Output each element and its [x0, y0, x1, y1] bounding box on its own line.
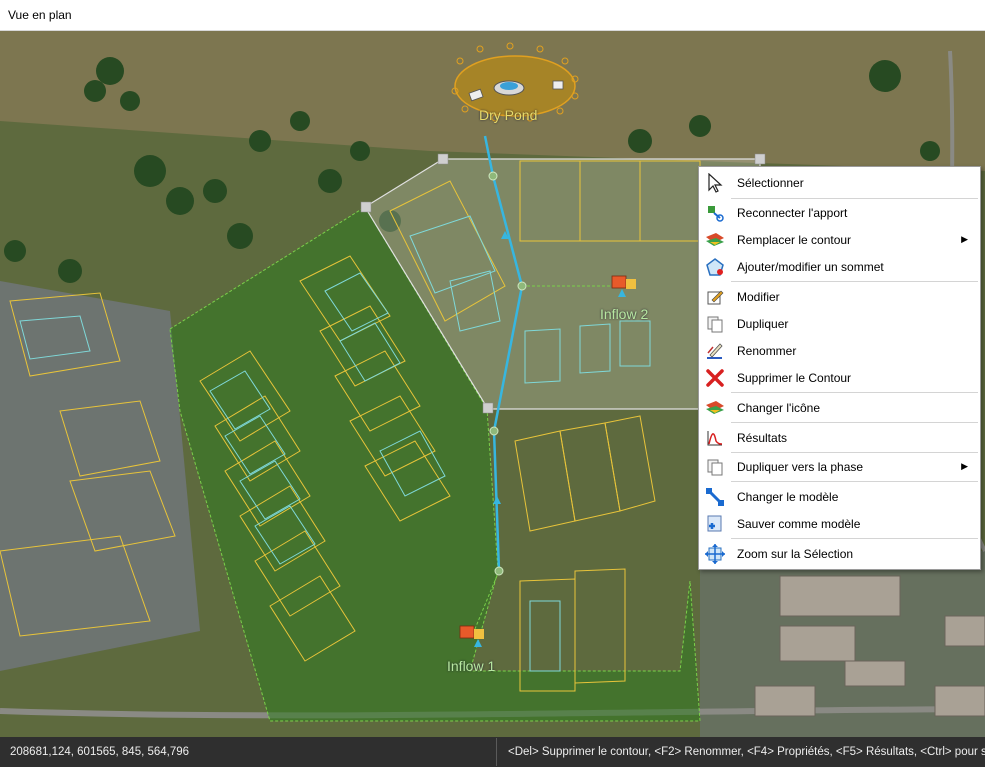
menu-label: Zoom sur la Sélection	[737, 546, 854, 561]
menu-label: Modifier	[737, 289, 780, 304]
menu-item-renommer[interactable]: Renommer	[699, 337, 980, 364]
menu-item-ajouter-sommet[interactable]: Ajouter/modifier un sommet	[699, 253, 980, 280]
menu-label: Résultats	[737, 430, 788, 445]
submenu-arrow-icon: ▶	[961, 234, 968, 244]
cursor-icon	[703, 171, 727, 195]
duplicate-icon	[703, 312, 727, 336]
menu-item-dupliquer-phase[interactable]: Dupliquer vers la phase ▶	[699, 453, 980, 480]
vertex-icon	[703, 255, 727, 279]
context-menu: Sélectionner Reconnecter l'apport Rempla…	[698, 166, 981, 570]
status-bar: 208681,124, 601565, 845, 564,796 <Del> S…	[0, 737, 985, 767]
menu-label: Remplacer le contour	[737, 232, 852, 247]
zoom-selection-icon	[703, 542, 727, 566]
menu-item-dupliquer[interactable]: Dupliquer	[699, 310, 980, 337]
menu-label: Changer l'icône	[737, 400, 821, 415]
menu-item-selectionner[interactable]: Sélectionner	[699, 169, 980, 196]
menu-item-resultats[interactable]: Résultats	[699, 424, 980, 451]
menu-label: Changer le modèle	[737, 489, 839, 504]
label-inflow-2[interactable]: Inflow 2	[600, 306, 648, 322]
menu-separator	[731, 281, 978, 282]
menu-item-changer-icone[interactable]: Changer l'icône	[699, 394, 980, 421]
shortcut-hint: <Del> Supprimer le contour, <F2> Renomme…	[508, 746, 985, 758]
residential-area-west	[0, 281, 200, 671]
menu-item-supprimer-contour[interactable]: Supprimer le Contour	[699, 364, 980, 391]
window-title: Vue en plan	[8, 8, 72, 22]
menu-item-sauver-modele[interactable]: Sauver comme modèle	[699, 510, 980, 537]
menu-label: Reconnecter l'apport	[737, 205, 848, 220]
change-model-icon	[703, 485, 727, 509]
menu-item-modifier[interactable]: Modifier	[699, 283, 980, 310]
menu-label: Sauver comme modèle	[737, 516, 861, 531]
results-icon	[703, 426, 727, 450]
menu-item-reconnecter-apport[interactable]: Reconnecter l'apport	[699, 199, 980, 226]
delete-icon	[703, 366, 727, 390]
replace-contour-icon	[703, 228, 727, 252]
duplicate-phase-icon	[703, 455, 727, 479]
coordinate-readout: 208681,124, 601565, 845, 564,796	[10, 746, 190, 758]
submenu-arrow-icon: ▶	[961, 461, 968, 471]
reconnect-icon	[703, 201, 727, 225]
rename-icon	[703, 339, 727, 363]
menu-item-remplacer-contour[interactable]: Remplacer le contour ▶	[699, 226, 980, 253]
change-icon-icon	[703, 396, 727, 420]
menu-separator	[731, 422, 978, 423]
menu-item-changer-modele[interactable]: Changer le modèle	[699, 483, 980, 510]
menu-separator	[731, 481, 978, 482]
menu-item-zoom-selection[interactable]: Zoom sur la Sélection	[699, 540, 980, 567]
window-titlebar: Vue en plan	[0, 0, 985, 31]
menu-label: Dupliquer vers la phase	[737, 459, 864, 474]
save-model-icon	[703, 512, 727, 536]
edit-icon	[703, 285, 727, 309]
menu-label: Supprimer le Contour	[737, 370, 852, 385]
menu-separator	[731, 392, 978, 393]
menu-separator	[731, 538, 978, 539]
menu-label: Sélectionner	[737, 175, 804, 190]
menu-label: Dupliquer	[737, 316, 789, 331]
menu-label: Ajouter/modifier un sommet	[737, 259, 884, 274]
shortcut-hint-panel: <Del> Supprimer le contour, <F2> Renomme…	[496, 738, 985, 766]
label-inflow-1[interactable]: Inflow 1	[447, 658, 495, 674]
label-dry-pond[interactable]: Dry Pond	[479, 107, 537, 123]
menu-label: Renommer	[737, 343, 797, 358]
